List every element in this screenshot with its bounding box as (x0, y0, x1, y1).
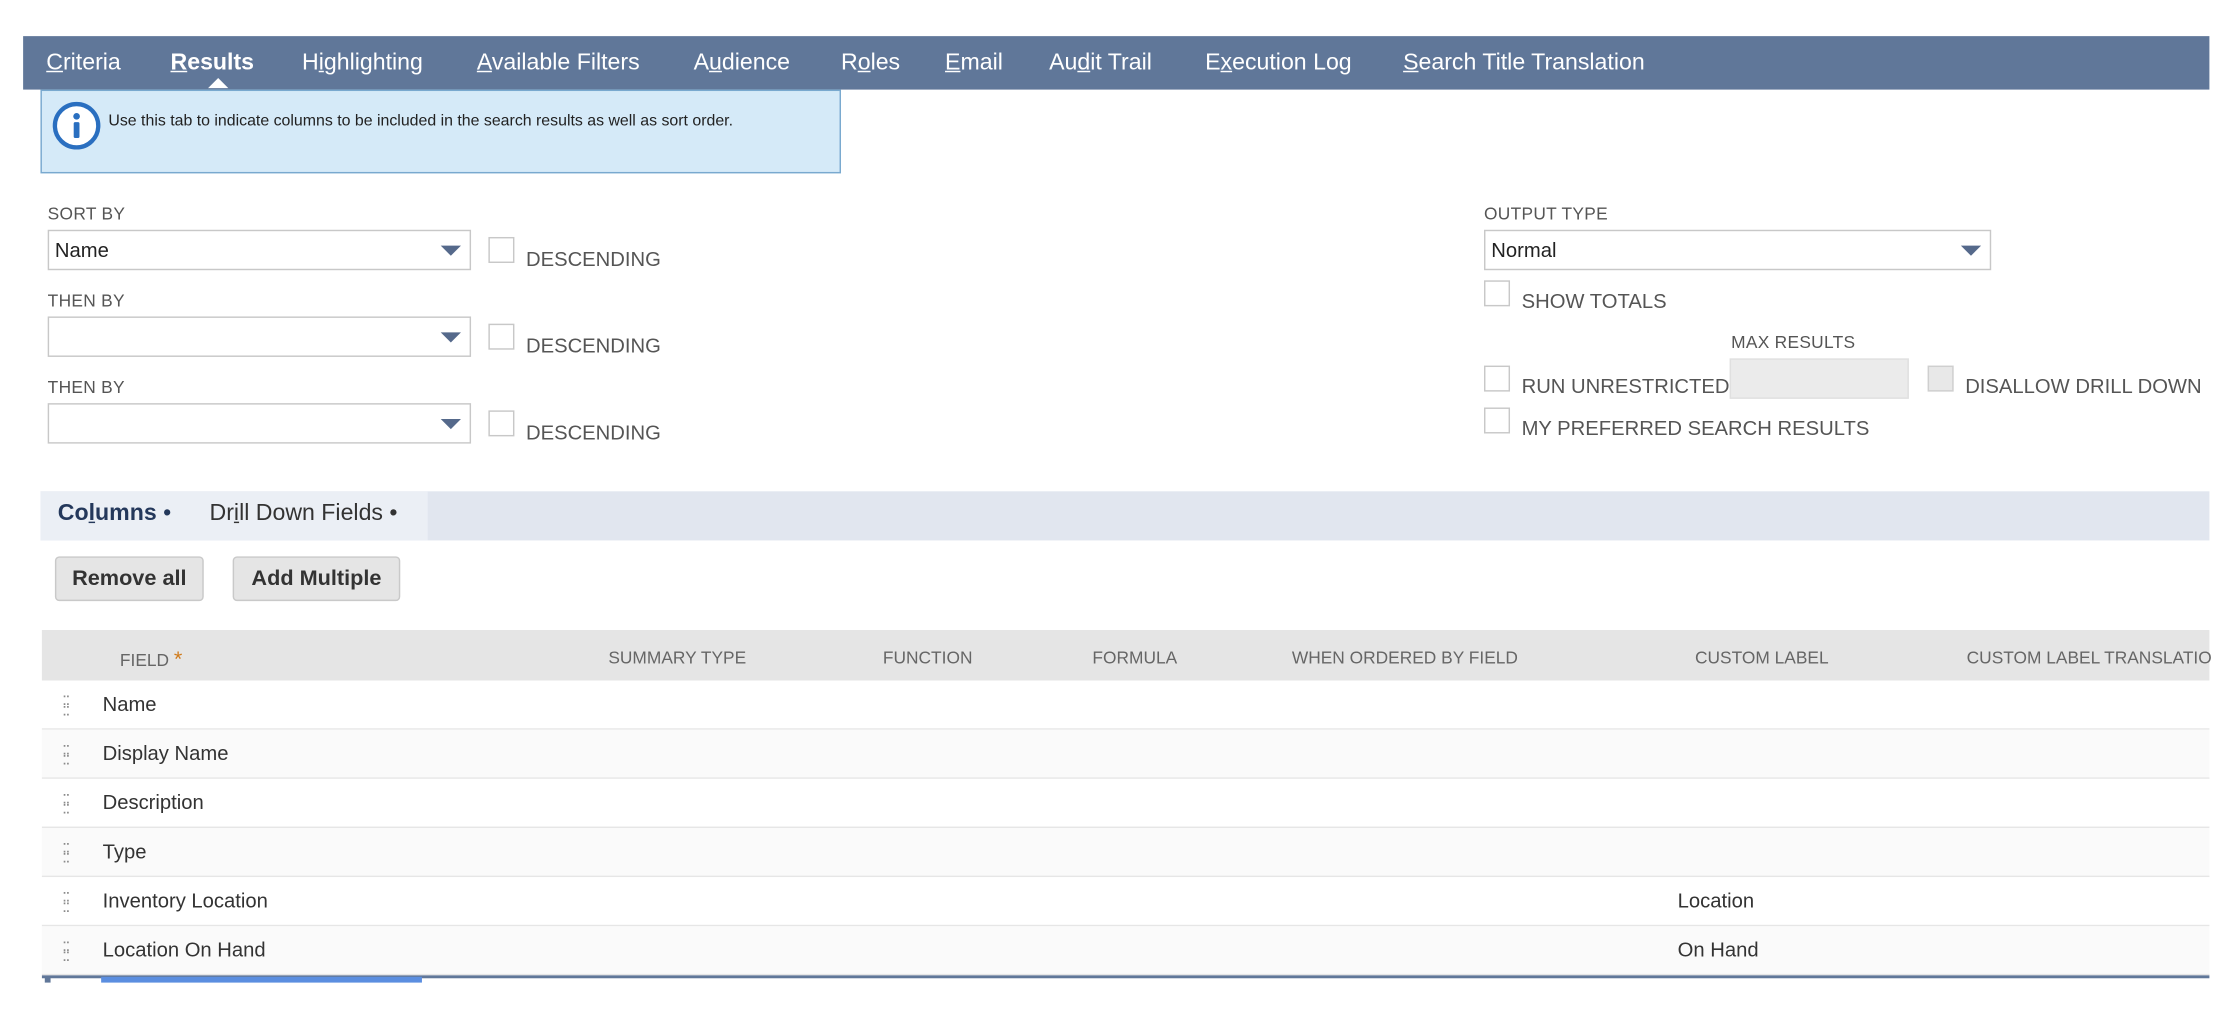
header-field: FIELD * (119, 647, 183, 672)
table-row[interactable]: :::: Location On Hand On Hand (41, 926, 2210, 976)
row-field: Location On Hand (102, 937, 266, 961)
tab-roles[interactable]: Roles (841, 36, 900, 89)
subtab-columns[interactable]: Columns • (58, 501, 171, 527)
then-by-select-1[interactable] (47, 316, 472, 357)
sort-by-label: SORT BY (47, 203, 126, 224)
sort-by-descending-checkbox[interactable] (488, 236, 515, 263)
header-function: FUNCTION (882, 647, 973, 668)
then-by-select-2[interactable] (47, 403, 472, 444)
drag-handle-icon[interactable]: :::: (62, 887, 70, 914)
then-by-1-descending-checkbox[interactable] (488, 323, 515, 350)
table-row[interactable]: :::: Description (41, 778, 2210, 828)
row-field: Display Name (102, 741, 229, 765)
row-custom-label: Location (1677, 888, 1755, 912)
tab-execution-log[interactable]: Execution Log (1205, 36, 1352, 89)
sort-by-value: Name (54, 238, 109, 262)
subtab-drill-down-fields[interactable]: Drill Down Fields • (210, 501, 398, 527)
chevron-down-icon (440, 419, 461, 430)
run-unrestricted-checkbox[interactable] (1484, 365, 1511, 392)
drag-handle-icon[interactable]: :::: (62, 838, 70, 865)
active-tab-caret (208, 78, 229, 89)
info-message-box: Use this tab to indicate columns to be i… (40, 89, 841, 174)
row-field: Description (102, 790, 204, 814)
sort-by-select[interactable]: Name (47, 229, 472, 271)
show-totals-label: SHOW TOTALS (1521, 289, 1667, 313)
table-row[interactable]: :::: Name (41, 680, 2210, 730)
results-tab-bar: Criteria Results Highlighting Available … (23, 36, 2210, 90)
disallow-drill-down-checkbox[interactable] (1927, 365, 1954, 392)
disallow-drill-down-label: DISALLOW DRILL DOWN (1965, 374, 2202, 398)
new-row-field-select[interactable] (101, 976, 422, 983)
chevron-down-icon (440, 332, 461, 343)
then-by-2-descending-label: DESCENDING (525, 420, 661, 444)
tab-available-filters[interactable]: Available Filters (477, 36, 640, 89)
run-unrestricted-label: RUN UNRESTRICTED (1521, 374, 1730, 398)
tab-search-title-translation[interactable]: Search Title Translation (1403, 36, 1645, 89)
tab-highlighting[interactable]: Highlighting (302, 36, 423, 89)
drag-handle-icon[interactable]: :::: (62, 691, 70, 718)
drag-handle-icon[interactable]: :::: (62, 789, 70, 816)
my-preferred-search-results-checkbox[interactable] (1484, 407, 1511, 434)
info-message-text: Use this tab to indicate columns to be i… (108, 112, 734, 131)
table-row[interactable]: :::: Inventory Location Location (41, 877, 2210, 927)
chevron-down-icon (440, 245, 461, 256)
add-multiple-button[interactable]: Add Multiple (232, 556, 401, 602)
header-summary-type: SUMMARY TYPE (608, 647, 747, 668)
max-results-label: MAX RESULTS (1731, 332, 1856, 353)
required-mark: * (173, 647, 183, 672)
drag-handle-icon[interactable]: :::: (62, 740, 70, 767)
then-by-label-2: THEN BY (47, 377, 125, 398)
my-preferred-search-results-label: MY PREFERRED SEARCH RESULTS (1521, 416, 1870, 440)
then-by-2-descending-checkbox[interactable] (488, 410, 515, 437)
tab-criteria[interactable]: Criteria (46, 36, 121, 89)
row-custom-label: On Hand (1677, 937, 1759, 961)
header-custom-label-translation: CUSTOM LABEL TRANSLATIO (1966, 647, 2212, 668)
header-custom-label: CUSTOM LABEL (1694, 647, 1829, 668)
tab-audience[interactable]: Audience (694, 36, 790, 89)
row-field: Type (102, 839, 147, 863)
output-type-label: OUTPUT TYPE (1484, 203, 1608, 224)
then-by-1-descending-label: DESCENDING (525, 333, 661, 357)
header-formula: FORMULA (1092, 647, 1178, 668)
remove-all-button[interactable]: Remove all (54, 556, 204, 602)
output-type-select[interactable]: Normal (1484, 229, 1992, 271)
show-totals-checkbox[interactable] (1484, 280, 1511, 307)
table-row[interactable]: :::: Type (41, 827, 2210, 878)
header-when-ordered-by-field: WHEN ORDERED BY FIELD (1291, 647, 1518, 668)
row-edit-marker (44, 976, 51, 983)
max-results-input[interactable] (1729, 358, 1909, 399)
drag-handle-icon[interactable]: :::: (62, 936, 70, 963)
output-type-value: Normal (1491, 238, 1557, 262)
sort-by-descending-label: DESCENDING (525, 247, 661, 271)
tab-email[interactable]: Email (945, 36, 1003, 89)
table-row[interactable]: :::: Display Name (41, 729, 2210, 779)
then-by-label-1: THEN BY (47, 290, 125, 311)
tab-audit-trail[interactable]: Audit Trail (1049, 36, 1152, 89)
row-field: Inventory Location (102, 888, 268, 912)
info-icon (52, 101, 101, 150)
chevron-down-icon (1960, 245, 1982, 256)
row-field: Name (102, 692, 157, 716)
